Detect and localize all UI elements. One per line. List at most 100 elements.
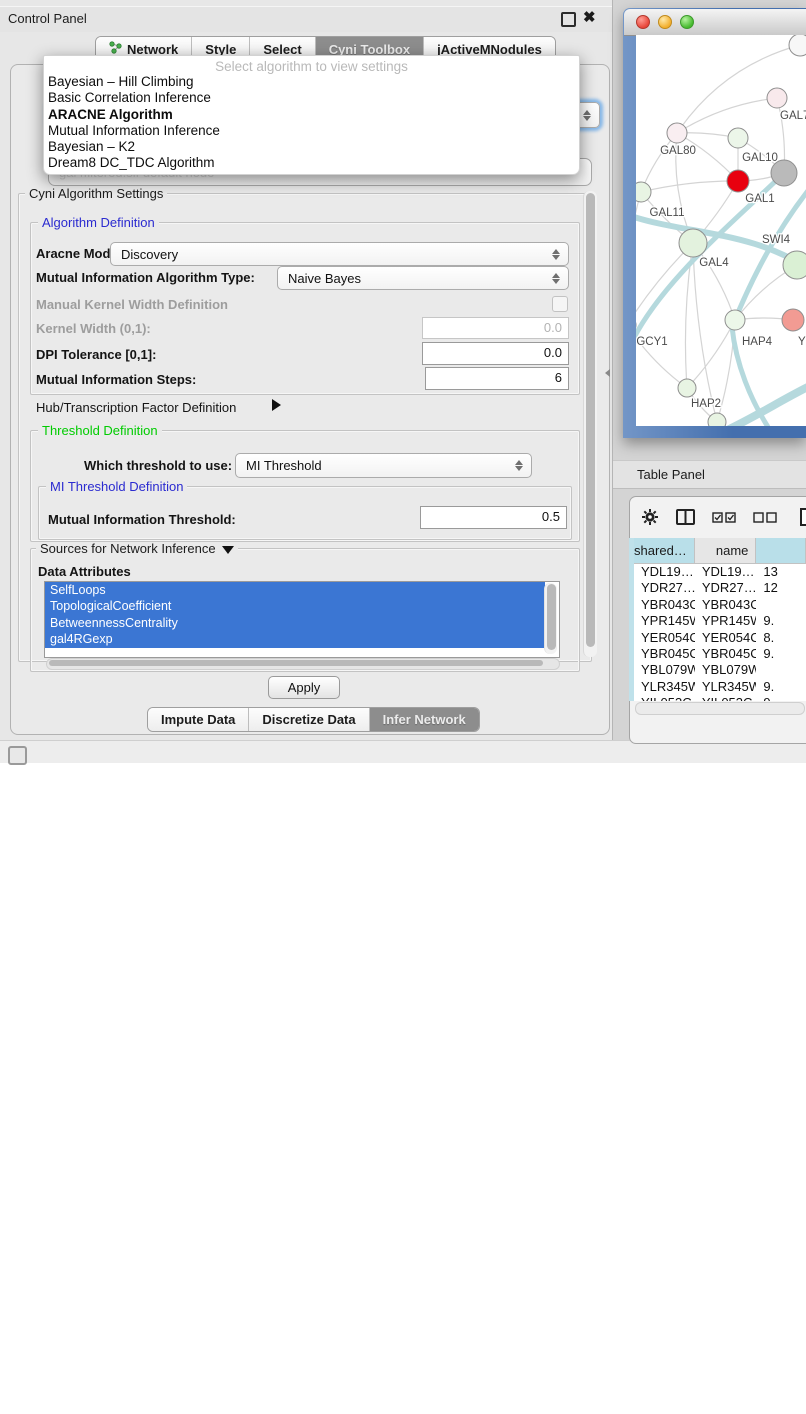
network-node-node-y[interactable]: [782, 309, 804, 331]
close-panel-icon[interactable]: ✖: [583, 8, 596, 26]
combo-stepper-icon: [548, 249, 568, 260]
float-panel-icon[interactable]: [561, 12, 576, 27]
table-cell: YDL19…: [695, 564, 757, 580]
network-edge[interactable]: [636, 243, 693, 325]
algorithm-definition-title: Algorithm Definition: [38, 216, 159, 229]
algorithm-option[interactable]: Mutual Information Inference: [44, 123, 579, 139]
network-node-label: GAL4: [699, 257, 729, 269]
expand-arrow-icon[interactable]: [272, 399, 281, 411]
table-cell: YPR145W: [695, 613, 757, 629]
algorithm-option[interactable]: Basic Correlation Inference: [44, 90, 579, 106]
network-node-HAP4[interactable]: [725, 310, 745, 330]
select-all-checkboxes-icon[interactable]: [712, 510, 736, 528]
scrollbar-thumb[interactable]: [547, 584, 556, 650]
table-row[interactable]: YER054CYER054C8.: [634, 630, 806, 646]
table-cell: 12: [756, 580, 806, 596]
zoom-window-icon[interactable]: [680, 15, 694, 29]
table-column-header[interactable]: [756, 538, 806, 563]
hub-definition-label: Hub/Transcription Factor Definition: [36, 400, 236, 415]
data-attributes-label: Data Attributes: [38, 564, 131, 579]
table-row[interactable]: YDL19…YDL19…13: [634, 564, 806, 580]
collapse-arrow-icon[interactable]: [222, 546, 234, 554]
data-attribute-item[interactable]: TopologicalCoefficient: [45, 598, 545, 614]
table-cell: YBR045C: [695, 646, 757, 662]
minimize-window-icon[interactable]: [658, 15, 672, 29]
dpi-tolerance-field[interactable]: 0.0: [422, 342, 569, 365]
table-row[interactable]: YLR345WYLR345W9.: [634, 679, 806, 695]
aracne-mode-combobox[interactable]: Discovery: [110, 242, 569, 266]
network-node-node-bottom[interactable]: [708, 413, 726, 426]
splitpane-collapse-icon[interactable]: [605, 369, 610, 377]
gear-icon[interactable]: [641, 508, 659, 531]
table-row[interactable]: YBR043CYBR043C: [634, 597, 806, 613]
algorithm-option[interactable]: Bayesian – Hill Climbing: [44, 74, 579, 90]
manual-kernel-checkbox[interactable]: [552, 296, 568, 312]
table-cell: YIL053C: [634, 695, 695, 701]
document-icon[interactable]: [800, 508, 806, 531]
network-node-GAL4[interactable]: [679, 229, 707, 257]
application-window: Control Panel ✖ Network Style Select: [0, 0, 806, 762]
mi-threshold-field[interactable]: 0.5: [420, 506, 567, 529]
combo-stepper-icon: [548, 273, 568, 284]
deselect-all-checkboxes-icon[interactable]: [753, 510, 777, 528]
network-window-titlebar[interactable]: [624, 9, 806, 36]
network-edge[interactable]: [677, 98, 777, 133]
table-cell: YBR045C: [634, 646, 695, 662]
network-node-GAL1[interactable]: [727, 170, 749, 192]
control-panel-title: Control Panel: [8, 11, 87, 26]
table-row[interactable]: YDR27…YDR27…12: [634, 580, 806, 596]
scrollbar-thumb[interactable]: [49, 660, 543, 666]
split-columns-icon[interactable]: [676, 509, 695, 530]
algorithm-option[interactable]: ARACNE Algorithm: [44, 107, 579, 123]
mi-type-combobox[interactable]: Naive Bayes: [277, 266, 569, 290]
network-node-SWI4[interactable]: [783, 251, 806, 279]
network-edge[interactable]: [636, 325, 687, 388]
which-threshold-combobox[interactable]: MI Threshold: [235, 453, 532, 478]
table-row[interactable]: YBL079WYBL079W: [634, 662, 806, 678]
list-vertical-scrollbar[interactable]: [544, 583, 557, 654]
network-node-label: GAL80: [660, 145, 696, 157]
network-edge[interactable]: [693, 243, 717, 422]
table-cell: YIL053C: [695, 695, 757, 701]
table-column-header[interactable]: shared…: [634, 538, 695, 563]
data-attribute-item[interactable]: BetweennessCentrality: [45, 615, 545, 631]
network-node-GAL10[interactable]: [728, 128, 748, 148]
network-node-GAL7[interactable]: [767, 88, 787, 108]
network-edge[interactable]: [641, 181, 738, 192]
table-row[interactable]: YIL053CYIL053C9.: [634, 695, 806, 701]
table-cell: 9.: [756, 646, 806, 662]
mi-steps-field[interactable]: 6: [425, 367, 569, 390]
table-cell: 13: [756, 564, 806, 580]
data-attributes-list[interactable]: SelfLoopsTopologicalCoefficientBetweenne…: [44, 581, 560, 658]
table-row[interactable]: YBR045CYBR045C9.: [634, 646, 806, 662]
node-table[interactable]: shared…nameYDL19…YDL19…13YDR27…YDR27…12Y…: [634, 538, 806, 701]
combo-stepper-icon: [579, 110, 599, 121]
network-node-GAL80[interactable]: [667, 123, 687, 143]
table-column-header[interactable]: name: [695, 538, 757, 563]
scrollbar-thumb[interactable]: [586, 193, 595, 647]
network-node-node-top[interactable]: [789, 35, 806, 56]
settings-vertical-scrollbar[interactable]: [583, 191, 597, 657]
close-window-icon[interactable]: [636, 15, 650, 29]
tab-impute-data[interactable]: Impute Data: [148, 708, 249, 731]
algorithm-option[interactable]: Dream8 DC_TDC Algorithm: [44, 155, 579, 171]
data-attribute-item[interactable]: gal4RGexp: [45, 631, 545, 647]
tab-discretize-data[interactable]: Discretize Data: [249, 708, 369, 731]
data-attribute-item[interactable]: SelfLoops: [45, 582, 545, 598]
algorithm-option[interactable]: Bayesian – K2: [44, 139, 579, 155]
algorithm-options: Bayesian – Hill ClimbingBasic Correlatio…: [44, 74, 579, 172]
network-node-GAL11[interactable]: [636, 182, 651, 202]
table-cell: YBR043C: [634, 597, 695, 613]
docked-panel-icon[interactable]: [8, 746, 27, 765]
network-node-HAP2[interactable]: [678, 379, 696, 397]
table-cell: YBL079W: [634, 662, 695, 678]
table-horizontal-scrollbar[interactable]: [635, 702, 805, 715]
apply-button[interactable]: Apply: [268, 676, 340, 699]
mi-threshold-label: Mutual Information Threshold:: [48, 512, 236, 527]
kernel-width-field[interactable]: 0.0: [422, 317, 569, 339]
list-horizontal-scrollbar[interactable]: [46, 658, 560, 670]
table-row[interactable]: YPR145WYPR145W9.: [634, 613, 806, 629]
tab-infer-network[interactable]: Infer Network: [370, 708, 479, 731]
table-cell: YER054C: [695, 630, 757, 646]
network-canvas[interactable]: GAL7GAL80GAL10GAL1GAL11SWI4GAL4HAP4YGCY1…: [636, 35, 806, 426]
